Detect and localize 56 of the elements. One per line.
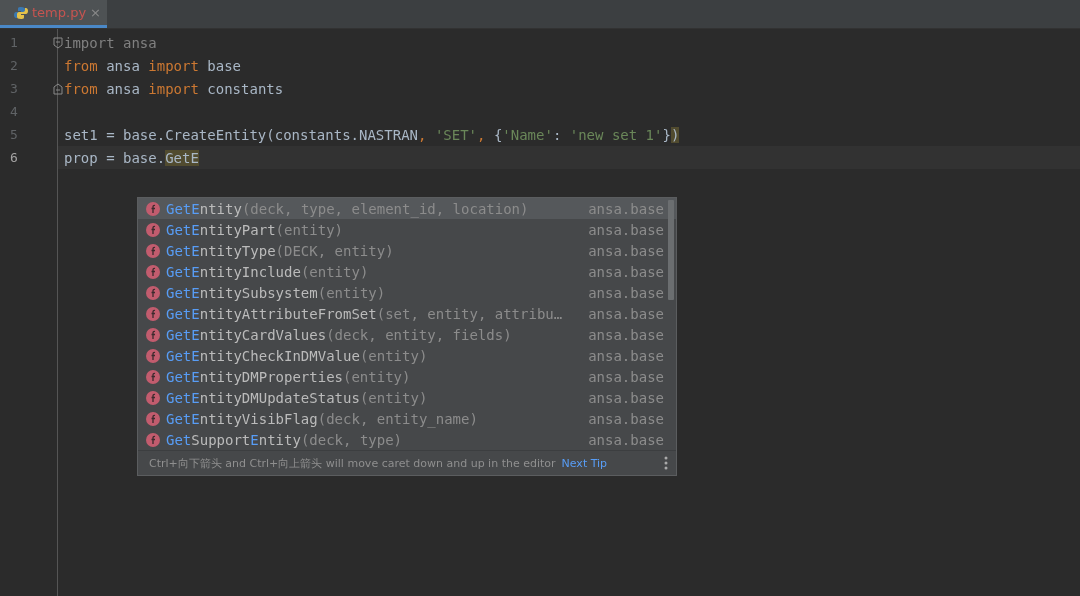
- line-number: 6: [9, 150, 18, 165]
- function-icon: [146, 222, 160, 237]
- function-icon: [146, 390, 160, 405]
- code-token: }: [662, 126, 671, 143]
- scrollbar[interactable]: [668, 200, 674, 300]
- function-icon: [146, 306, 160, 321]
- code-token: from: [64, 57, 98, 74]
- code-token: 'SET': [434, 126, 478, 143]
- line-number: 3: [9, 81, 18, 96]
- completion-item[interactable]: GetEntityVisibFlag(deck, entity_name) ansa.base: [138, 408, 676, 429]
- function-icon: [146, 411, 160, 426]
- code-token: 'Name': [502, 126, 553, 143]
- code-token: {: [493, 126, 503, 143]
- completion-item[interactable]: GetEntitySubsystem(entity) ansa.base: [138, 282, 676, 303]
- python-file-icon: [14, 5, 28, 20]
- code-token: :: [552, 126, 563, 143]
- code-token: from: [64, 80, 98, 97]
- function-icon: [146, 264, 160, 279]
- function-icon: [146, 348, 160, 363]
- completion-item[interactable]: GetEntityType(DECK, entity) ansa.base: [138, 240, 676, 261]
- code-token: import: [148, 57, 199, 74]
- code-token: import: [148, 80, 199, 97]
- code-token: constants: [206, 80, 284, 97]
- function-icon: [146, 369, 160, 384]
- code-token: 'new set 1': [569, 126, 663, 143]
- function-icon: [146, 201, 160, 216]
- code-token: ansa: [105, 57, 141, 74]
- code-token: prop = base.: [64, 149, 166, 166]
- completion-item[interactable]: GetEntityDMProperties(entity) ansa.base: [138, 366, 676, 387]
- tip-text: Ctrl+向下箭头 and Ctrl+向上箭头 will move caret down and up in the editor: [149, 455, 556, 471]
- function-icon: [146, 285, 160, 300]
- code-token: GetE: [165, 149, 199, 166]
- completion-item[interactable]: GetEntityCardValues(deck, entity, fields) ansa.base: [138, 324, 676, 345]
- next-tip-link[interactable]: Next Tip: [561, 456, 658, 470]
- function-icon: [146, 432, 160, 447]
- line-number: 1: [9, 35, 18, 50]
- tab-label: temp.py: [32, 5, 87, 20]
- code-token: ,: [418, 126, 428, 143]
- code-token: import ansa: [64, 34, 157, 51]
- completion-item[interactable]: GetEntityAttributeFromSet(set, entity, attribu… ansa.base: [138, 303, 676, 324]
- completion-item[interactable]: GetEntityCheckInDMValue(entity) ansa.base: [138, 345, 676, 366]
- completion-item[interactable]: GetEntityDMUpdateStatus(entity) ansa.base: [138, 387, 676, 408]
- completion-item[interactable]: GetEntityPart(entity) ansa.base: [138, 219, 676, 240]
- code-token: set1 = base.CreateEntity(constants.NASTRAN: [64, 126, 418, 143]
- line-number: 4: [9, 104, 18, 119]
- line-number: 2: [9, 58, 18, 73]
- function-icon: [146, 243, 160, 258]
- line-number: 5: [9, 127, 18, 142]
- function-icon: [146, 327, 160, 342]
- more-icon: [664, 456, 668, 470]
- code-token: ansa: [105, 80, 141, 97]
- completion-item[interactable]: GetEntityInclude(entity) ansa.base: [138, 261, 676, 282]
- code-token: ,: [477, 126, 487, 143]
- code-token: base: [206, 57, 242, 74]
- completion-item[interactable]: GetSupportEntity(deck, type) ansa.base: [138, 429, 676, 450]
- code-token: ): [670, 126, 680, 143]
